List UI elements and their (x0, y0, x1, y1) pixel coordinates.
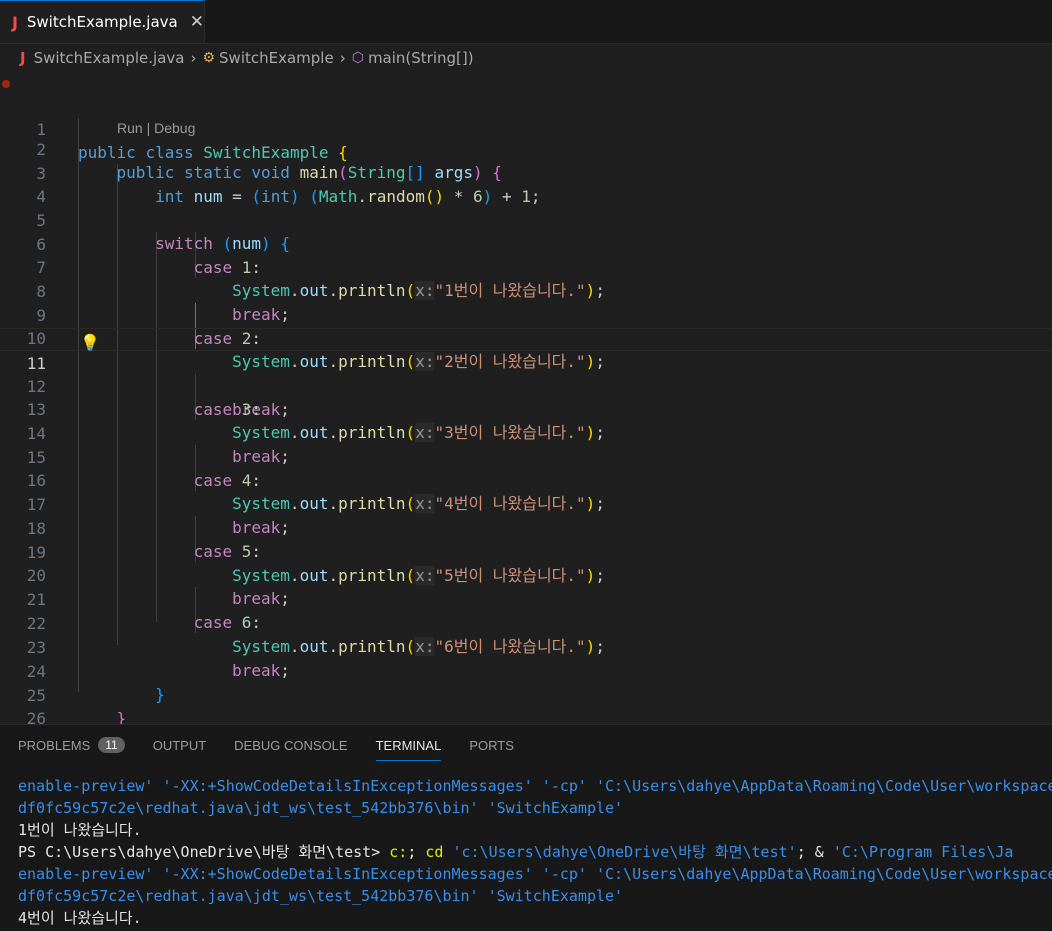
code-line: 12 case 3: (0, 352, 1052, 419)
code-line: 19 System.out.println(x:"5번이 나왔습니다."); (0, 518, 1052, 585)
code-line: 24 } (0, 637, 1052, 704)
code-line: 1 public class SwitchExample { (0, 72, 1052, 162)
code-line: 16 System.out.println(x:"4번이 나왔습니다."); (0, 446, 1052, 513)
tab-debug-console[interactable]: DEBUG CONSOLE (234, 725, 347, 765)
bottom-panel: PROBLEMS 11 OUTPUT DEBUG CONSOLE TERMINAL… (0, 724, 1052, 931)
breakpoint-icon[interactable] (2, 80, 10, 88)
method-icon: ⬡ (351, 50, 364, 66)
code-line: 15 case 4: (0, 423, 1052, 490)
code-line: 3 int num = (int) (Math.random() * 6) + … (0, 139, 1052, 206)
current-code-line: 11 💡 break; (0, 328, 1052, 419)
chevron-right-icon: › (190, 49, 197, 67)
code-line: 6 case 1: (0, 210, 1052, 277)
code-line: 20 break; (0, 541, 1052, 608)
lightbulb-icon[interactable]: 💡 (80, 331, 100, 354)
code-line: 17 break; (0, 470, 1052, 537)
code-line: 10 System.out.println(x:"2번이 나왔습니다."); (0, 304, 1052, 371)
java-file-icon: J (20, 49, 26, 67)
tab-label: SwitchExample.java (26, 13, 178, 31)
code-line: 7 System.out.println(x:"1번이 나왔습니다."); (0, 233, 1052, 300)
code-line: 25 } (0, 661, 1052, 728)
terminal-line: df0fc59c57c2e\redhat.java\jdt_ws\test_54… (18, 887, 624, 905)
terminal-line: 1번이 나왔습니다. (18, 821, 142, 839)
code-line: 23 break; (0, 613, 1052, 680)
code-line: 4 (0, 162, 1052, 206)
code-line: 5 switch (num) { (0, 186, 1052, 253)
close-icon[interactable]: ✕ (190, 12, 204, 32)
tab-switchexample-java[interactable]: J SwitchExample.java ✕ (0, 0, 205, 43)
panel-tabs: PROBLEMS 11 OUTPUT DEBUG CONSOLE TERMINAL… (0, 725, 1052, 765)
terminal-line: enable-preview' '-XX:+ShowCodeDetailsInE… (18, 777, 1052, 795)
breadcrumb-class[interactable]: SwitchExample (219, 49, 334, 67)
terminal-line: enable-preview' '-XX:+ShowCodeDetailsInE… (18, 865, 1052, 883)
editor-tab-bar: J SwitchExample.java ✕ (0, 0, 1052, 44)
terminal-line: 4번이 나왔습니다. (18, 909, 142, 927)
code-line: 26 } (0, 684, 1052, 751)
code-line: 18 case 5: (0, 494, 1052, 561)
java-file-icon: J (12, 12, 18, 32)
tab-ports[interactable]: PORTS (469, 725, 514, 765)
terminal-command-line: PS C:\Users\dahye\OneDrive\바탕 화면\test> c… (18, 841, 1052, 863)
breadcrumb: J SwitchExample.java › ⚙ SwitchExample ›… (0, 44, 1052, 72)
chevron-right-icon: › (339, 49, 346, 67)
class-icon: ⚙ (202, 50, 216, 66)
code-line: 22 System.out.println(x:"6번이 나왔습니다."); (0, 589, 1052, 656)
code-line: 9 case 2: (0, 281, 1052, 348)
problems-count-badge: 11 (98, 737, 125, 753)
breadcrumb-file[interactable]: SwitchExample.java (34, 49, 185, 67)
tab-problems[interactable]: PROBLEMS 11 (18, 725, 125, 765)
codelens-line: Run | Debug (0, 94, 1052, 136)
code-line: 13 System.out.println(x:"3번이 나왔습니다."); (0, 375, 1052, 442)
code-line: 2 public static void main(String[] args)… (0, 115, 1052, 182)
code-line: 8 break; (0, 257, 1052, 324)
terminal-output[interactable]: enable-preview' '-XX:+ShowCodeDetailsInE… (18, 775, 1052, 929)
code-line: 21 case 6: (0, 565, 1052, 632)
tab-output[interactable]: OUTPUT (153, 725, 206, 765)
code-line: 14 break; (0, 399, 1052, 466)
tab-terminal[interactable]: TERMINAL (375, 725, 441, 765)
code-editor[interactable]: 1 public class SwitchExample { Run | Deb… (0, 72, 1052, 751)
breadcrumb-method[interactable]: main(String[]) (368, 49, 474, 67)
terminal-line: df0fc59c57c2e\redhat.java\jdt_ws\test_54… (18, 799, 624, 817)
